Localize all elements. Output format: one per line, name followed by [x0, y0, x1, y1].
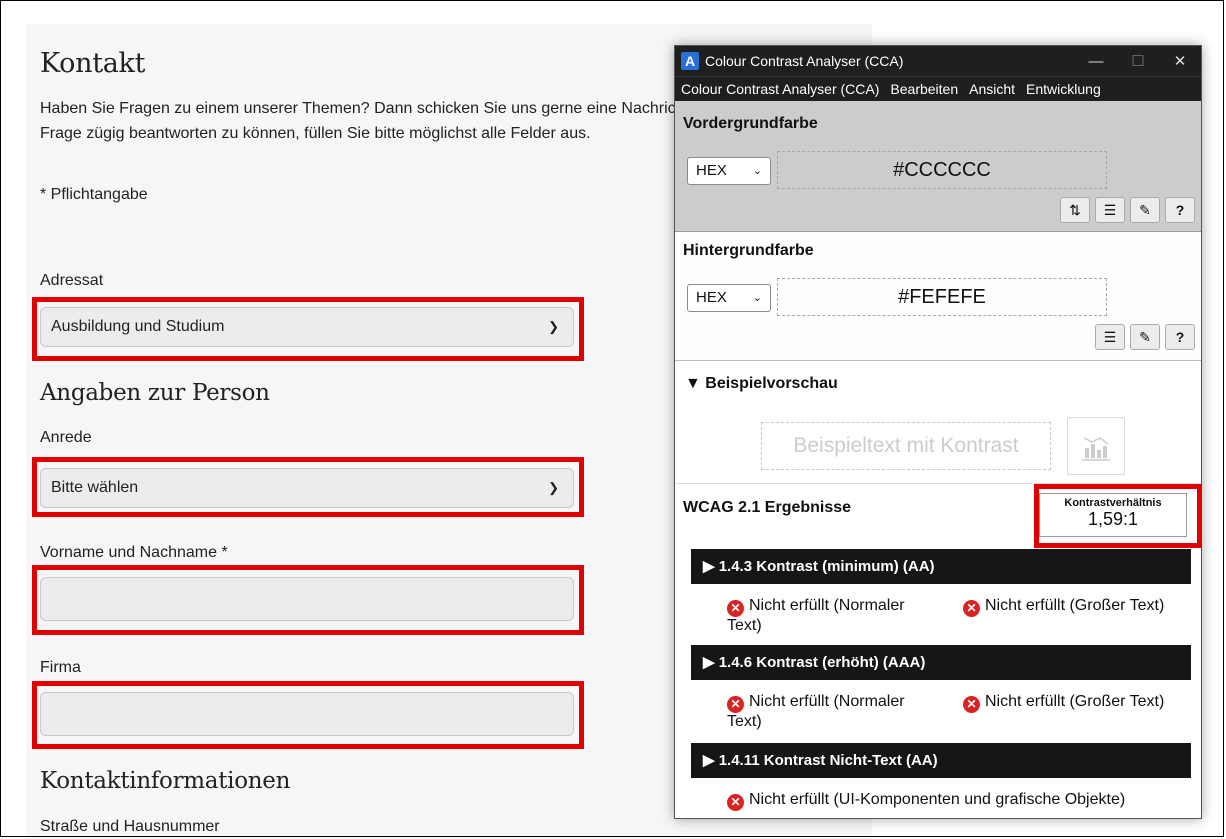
foreground-format-select[interactable]: HEX ⌄	[687, 157, 771, 185]
criterion-1-4-11[interactable]: ▶ 1.4.11 Kontrast Nicht-Text (AA)	[691, 743, 1191, 778]
wcag-title: WCAG 2.1 Ergebnisse	[683, 499, 852, 516]
fail-icon: ✕	[727, 794, 744, 811]
fail-icon: ✕	[963, 696, 980, 713]
result-text: Nicht erfüllt (Großer Text)	[985, 693, 1165, 710]
maximize-icon[interactable]: ☐	[1117, 52, 1159, 70]
help-icon[interactable]: ?	[1165, 197, 1195, 223]
result-1-4-3-large: ✕ Nicht erfüllt (Großer Text)	[963, 597, 1164, 617]
result-text: Nicht erfüllt (UI-Komponenten und grafis…	[749, 791, 1126, 808]
minimize-icon[interactable]: —	[1075, 53, 1117, 70]
person-heading: Angaben zur Person	[40, 380, 270, 406]
anrede-select-value: Bitte wählen	[51, 479, 139, 496]
chart-icon[interactable]	[1067, 417, 1125, 475]
anrede-select[interactable]: Bitte wählen ❯	[40, 468, 574, 508]
menu-item-bearbeiten[interactable]: Bearbeiten	[890, 81, 958, 97]
menu-item-entwicklung[interactable]: Entwicklung	[1026, 81, 1101, 97]
adressat-select-value: Ausbildung und Studium	[51, 318, 225, 335]
foreground-title: Vordergrundfarbe	[683, 115, 818, 132]
firma-input[interactable]	[40, 692, 574, 736]
menu-item-app[interactable]: Colour Contrast Analyser (CCA)	[681, 81, 879, 97]
page-title: Kontakt	[40, 48, 146, 79]
result-text: Nicht erfüllt (Normaler Text)	[727, 693, 905, 730]
background-title: Hintergrundfarbe	[683, 242, 814, 259]
result-1-4-3-normal: ✕ Nicht erfüllt (Normaler Text)	[727, 597, 937, 635]
wcag-results-section: WCAG 2.1 Ergebnisse Kontrastverhältnis 1…	[675, 487, 1201, 817]
foreground-tools: ⇅ ☰ ✎ ?	[1060, 197, 1195, 223]
result-text: Nicht erfüllt (Normaler Text)	[727, 597, 905, 634]
cca-app-icon: A	[681, 52, 699, 70]
contrast-ratio-box: Kontrastverhältnis 1,59:1	[1039, 493, 1187, 537]
anrede-label: Anrede	[40, 429, 92, 446]
swap-colors-icon[interactable]: ⇅	[1060, 197, 1090, 223]
result-1-4-6-normal: ✕ Nicht erfüllt (Normaler Text)	[727, 693, 937, 731]
menu-bar: Colour Contrast Analyser (CCA) Bearbeite…	[675, 76, 1201, 101]
menu-item-ansicht[interactable]: Ansicht	[969, 81, 1015, 97]
preview-title[interactable]: ▼ Beispielvorschau	[685, 375, 838, 393]
sliders-icon[interactable]: ☰	[1095, 324, 1125, 350]
chevron-down-icon: ❯	[548, 480, 559, 495]
criterion-1-4-3[interactable]: ▶ 1.4.3 Kontrast (minimum) (AA)	[691, 549, 1191, 584]
sliders-icon[interactable]: ☰	[1095, 197, 1125, 223]
chevron-down-icon: ❯	[548, 319, 559, 334]
street-label: Straße und Hausnummer	[40, 818, 220, 835]
adressat-label: Adressat	[40, 272, 104, 289]
chevron-down-icon: ⌄	[752, 292, 762, 304]
result-text: Nicht erfüllt (Großer Text)	[985, 597, 1165, 614]
preview-sample-text: Beispieltext mit Kontrast	[761, 422, 1051, 470]
eyedropper-icon[interactable]: ✎	[1130, 324, 1160, 350]
window-titlebar: A Colour Contrast Analyser (CCA) — ☐ ✕	[675, 46, 1201, 76]
result-1-4-11-ui: ✕ Nicht erfüllt (UI-Komponenten und grafi…	[727, 791, 1125, 811]
name-input[interactable]	[40, 577, 574, 621]
fail-icon: ✕	[727, 600, 744, 617]
help-icon[interactable]: ?	[1165, 324, 1195, 350]
foreground-hex-input[interactable]: #CCCCCC	[777, 151, 1107, 189]
eyedropper-icon[interactable]: ✎	[1130, 197, 1160, 223]
contact-heading: Kontaktinformationen	[40, 768, 291, 794]
cca-window: A Colour Contrast Analyser (CCA) — ☐ ✕ C…	[674, 45, 1202, 819]
fail-icon: ✕	[727, 696, 744, 713]
required-note: * Pflichtangabe	[40, 186, 148, 203]
contrast-ratio-value: 1,59:1	[1087, 509, 1139, 529]
adressat-select[interactable]: Ausbildung und Studium ❯	[40, 307, 574, 347]
fail-icon: ✕	[963, 600, 980, 617]
result-1-4-6-large: ✕ Nicht erfüllt (Großer Text)	[963, 693, 1164, 713]
criterion-1-4-6[interactable]: ▶ 1.4.6 Kontrast (erhöht) (AAA)	[691, 645, 1191, 680]
background-hex-input[interactable]: #FEFEFE	[777, 278, 1107, 316]
window-title: Colour Contrast Analyser (CCA)	[705, 53, 904, 69]
background-tools: ☰ ✎ ?	[1095, 324, 1195, 350]
foreground-format-value: HEX	[696, 162, 727, 179]
firma-label: Firma	[40, 659, 81, 676]
background-section: Hintergrundfarbe HEX ⌄ #FEFEFE ☰ ✎ ?	[675, 232, 1201, 361]
background-format-value: HEX	[696, 289, 727, 306]
chevron-down-icon: ⌄	[752, 165, 762, 177]
preview-section: ▼ Beispielvorschau Beispieltext mit Kont…	[675, 361, 1201, 484]
foreground-section: Vordergrundfarbe HEX ⌄ #CCCCCC ⇅ ☰ ✎ ?	[675, 101, 1201, 232]
close-icon[interactable]: ✕	[1159, 52, 1201, 70]
background-format-select[interactable]: HEX ⌄	[687, 284, 771, 312]
contrast-ratio-label: Kontrastverhältnis	[1064, 497, 1162, 509]
name-label: Vorname und Nachname *	[40, 544, 228, 561]
